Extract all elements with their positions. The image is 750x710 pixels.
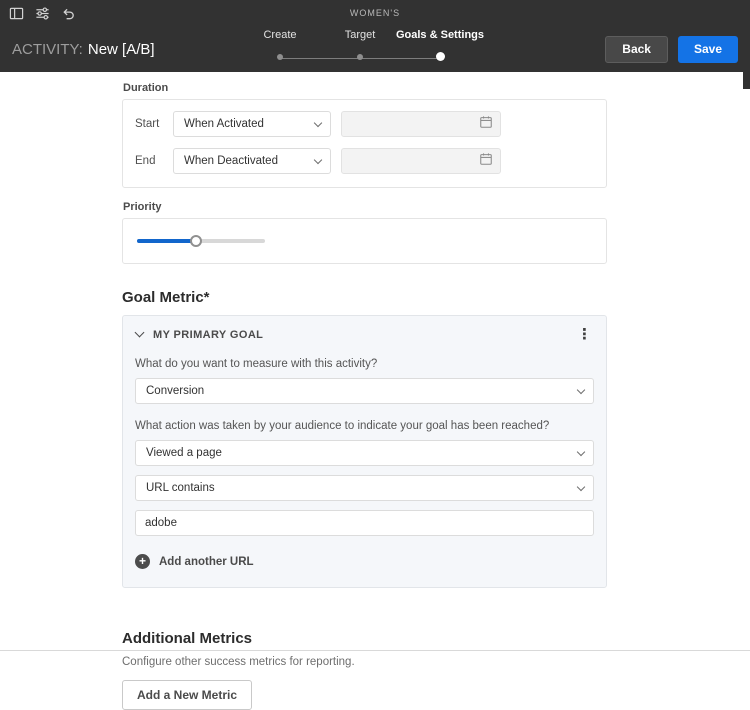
back-button[interactable]: Back — [605, 36, 668, 63]
end-label: End — [135, 155, 173, 167]
chevron-down-icon — [314, 155, 322, 163]
start-condition-dropdown[interactable]: When Activated — [173, 111, 331, 137]
url-condition-dropdown[interactable]: URL contains — [135, 475, 594, 501]
more-options-icon[interactable]: ⋮ — [575, 327, 594, 342]
url-condition-value: URL contains — [146, 482, 215, 494]
measure-dropdown[interactable]: Conversion — [135, 378, 594, 404]
calendar-icon — [479, 115, 493, 134]
activity-prefix: ACTIVITY: — [12, 41, 83, 58]
step-goals-settings[interactable]: Goals & Settings — [400, 29, 480, 69]
panel-toggle-icon[interactable] — [9, 6, 24, 21]
chevron-down-icon — [577, 385, 585, 393]
measure-question: What do you want to measure with this ac… — [135, 358, 594, 370]
start-condition-value: When Activated — [184, 118, 264, 130]
start-label: Start — [135, 118, 173, 130]
chevron-down-icon — [135, 328, 145, 338]
primary-goal-header[interactable]: MY PRIMARY GOAL ⋮ — [123, 316, 606, 350]
action-dropdown[interactable]: Viewed a page — [135, 440, 594, 466]
header-toolbar: WOMEN'S — [0, 0, 750, 26]
step-create[interactable]: Create — [240, 29, 320, 69]
duration-label: Duration — [123, 82, 607, 94]
goal-metric-heading: Goal Metric* — [122, 289, 607, 306]
priority-label: Priority — [123, 201, 607, 213]
chevron-down-icon — [577, 482, 585, 490]
add-url-button[interactable]: + Add another URL — [135, 554, 254, 569]
action-question: What action was taken by your audience t… — [135, 420, 594, 432]
save-button[interactable]: Save — [678, 36, 738, 63]
add-url-label: Add another URL — [159, 556, 254, 568]
end-date-field — [341, 148, 501, 174]
priority-slider[interactable] — [137, 234, 265, 248]
step-dot — [277, 54, 283, 60]
priority-slider-handle[interactable] — [190, 235, 202, 247]
step-target[interactable]: Target — [320, 29, 400, 69]
duration-box: Start When Activated End When Deactivate… — [122, 99, 607, 188]
measure-value: Conversion — [146, 385, 204, 397]
primary-goal-panel: MY PRIMARY GOAL ⋮ What do you want to me… — [122, 315, 607, 588]
chevron-down-icon — [314, 118, 322, 126]
step-dot — [357, 54, 363, 60]
priority-slider-fill — [137, 239, 197, 243]
add-metric-button[interactable]: Add a New Metric — [122, 680, 252, 710]
duration-start-row: Start When Activated — [135, 111, 594, 137]
workspace-settings-icon[interactable] — [35, 6, 50, 21]
duration-end-row: End When Deactivated — [135, 148, 594, 174]
step-dot — [436, 52, 445, 61]
priority-box — [122, 218, 607, 264]
chevron-down-icon — [577, 447, 585, 455]
undo-icon[interactable] — [61, 6, 76, 21]
right-rail-edge — [743, 72, 750, 89]
app-header: WOMEN'S ACTIVITY: New [A/B] Create Target… — [0, 0, 750, 72]
additional-metrics-description: Configure other success metrics for repo… — [122, 656, 607, 668]
wizard-stepper: Create Target Goals & Settings — [240, 29, 480, 69]
url-input[interactable] — [135, 510, 594, 536]
additional-metrics-heading: Additional Metrics — [122, 630, 607, 647]
bottom-divider — [0, 650, 750, 651]
end-condition-dropdown[interactable]: When Deactivated — [173, 148, 331, 174]
page-title: ACTIVITY: New [A/B] — [12, 41, 155, 58]
primary-goal-title: MY PRIMARY GOAL — [153, 329, 575, 341]
activity-name: New [A/B] — [88, 41, 155, 58]
add-circle-icon: + — [135, 554, 150, 569]
workspace-label: WOMEN'S — [350, 8, 400, 18]
start-date-field — [341, 111, 501, 137]
calendar-icon — [479, 152, 493, 171]
primary-goal-body: What do you want to measure with this ac… — [123, 358, 606, 587]
action-value: Viewed a page — [146, 447, 222, 459]
end-condition-value: When Deactivated — [184, 155, 278, 167]
content: Duration Start When Activated End When D… — [0, 72, 607, 710]
